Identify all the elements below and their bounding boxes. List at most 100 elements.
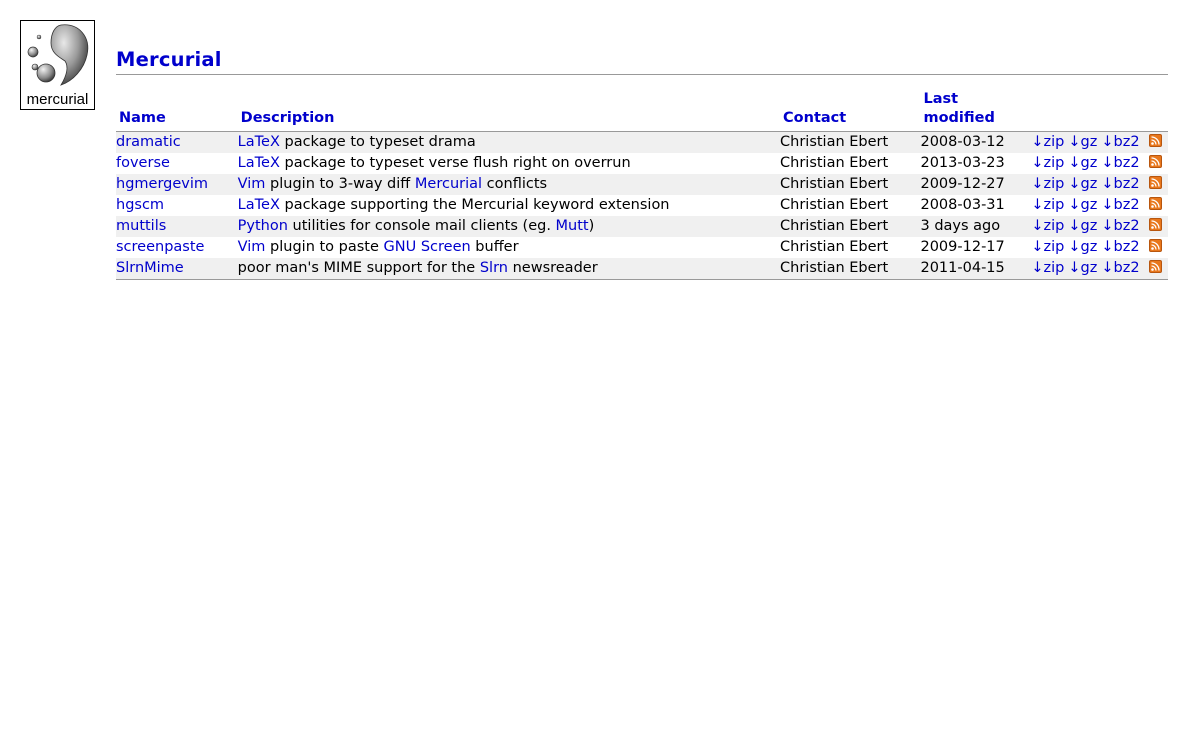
repo-name-link[interactable]: dramatic: [116, 134, 181, 150]
rss-feed-icon: [1149, 176, 1162, 189]
download-bz2-link[interactable]: ↓bz2: [1101, 239, 1139, 255]
download-gz-link[interactable]: ↓gz: [1068, 197, 1097, 213]
repo-description-cell: Vim plugin to 3-way diff Mercurial confl…: [237, 174, 781, 195]
description-link[interactable]: LaTeX: [238, 134, 280, 150]
column-header-name[interactable]: Name: [116, 90, 238, 132]
rss-feed-icon: [1149, 239, 1162, 252]
repo-name-cell: SlrnMime: [116, 258, 238, 280]
sort-by-description-link[interactable]: Description: [241, 110, 335, 126]
description-text: ): [588, 218, 595, 234]
download-zip-link[interactable]: ↓zip: [1031, 155, 1064, 171]
download-gz-link[interactable]: ↓gz: [1068, 134, 1097, 150]
repo-name-cell: muttils: [116, 216, 238, 237]
repo-name-link[interactable]: foverse: [116, 155, 170, 171]
repo-last-modified-cell: 3 days ago: [920, 216, 1032, 237]
repo-contact-cell: Christian Ebert: [780, 174, 921, 195]
mercurial-logo[interactable]: mercurial: [20, 20, 95, 110]
repo-archives-cell: ↓zip ↓gz ↓bz2: [1031, 258, 1149, 280]
description-link[interactable]: Python: [238, 218, 288, 234]
description-text: package to typeset verse flush right on …: [279, 155, 631, 171]
repo-name-cell: foverse: [116, 153, 238, 174]
description-link[interactable]: GNU Screen: [384, 239, 471, 255]
rss-feed-link[interactable]: [1149, 218, 1168, 234]
repository-table: Name Description Contact Last modified d…: [116, 90, 1168, 280]
description-text: plugin to 3-way diff: [265, 176, 415, 192]
description-text: newsreader: [507, 260, 598, 276]
table-row: screenpaste Vim plugin to paste GNU Scree…: [116, 237, 1168, 258]
description-text: buffer: [470, 239, 519, 255]
rss-feed-link[interactable]: [1149, 134, 1168, 150]
table-header-row: Name Description Contact Last modified: [116, 90, 1168, 132]
table-row: dramatic LaTeX package to typeset drama Ch…: [116, 131, 1168, 153]
repo-archives-cell: ↓zip ↓gz ↓bz2: [1031, 237, 1149, 258]
repository-list: dramatic LaTeX package to typeset drama Ch…: [116, 131, 1168, 280]
repo-description-cell: poor man's MIME support for the Slrn new…: [237, 258, 781, 280]
repo-name-link[interactable]: hgscm: [116, 197, 164, 213]
download-bz2-link[interactable]: ↓bz2: [1101, 155, 1139, 171]
description-text: package supporting the Mercurial keyword…: [279, 197, 670, 213]
download-bz2-link[interactable]: ↓bz2: [1101, 134, 1139, 150]
description-text: package to typeset drama: [279, 134, 476, 150]
repo-rss-cell: [1149, 131, 1168, 153]
download-bz2-link[interactable]: ↓bz2: [1101, 197, 1139, 213]
download-gz-link[interactable]: ↓gz: [1068, 260, 1097, 276]
column-header-last-modified[interactable]: Last modified: [920, 90, 1032, 132]
download-zip-link[interactable]: ↓zip: [1031, 239, 1064, 255]
download-zip-link[interactable]: ↓zip: [1031, 197, 1064, 213]
repo-description-cell: LaTeX package to typeset verse flush rig…: [237, 153, 781, 174]
repo-name-link[interactable]: SlrnMime: [116, 260, 184, 276]
rss-feed-link[interactable]: [1149, 176, 1168, 192]
repo-archives-cell: ↓zip ↓gz ↓bz2: [1031, 131, 1149, 153]
download-zip-link[interactable]: ↓zip: [1031, 218, 1064, 234]
repo-name-cell: dramatic: [116, 131, 238, 153]
description-link[interactable]: Vim: [238, 239, 266, 255]
repo-name-cell: screenpaste: [116, 237, 238, 258]
repo-rss-cell: [1149, 258, 1168, 280]
table-row: hgmergevim Vim plugin to 3-way diff Mercu…: [116, 174, 1168, 195]
repo-contact-cell: Christian Ebert: [780, 258, 921, 280]
description-link[interactable]: Slrn: [480, 260, 508, 276]
rss-feed-icon: [1149, 260, 1162, 273]
description-link[interactable]: Mutt: [556, 218, 589, 234]
download-gz-link[interactable]: ↓gz: [1068, 176, 1097, 192]
repo-contact-cell: Christian Ebert: [780, 153, 921, 174]
repo-last-modified-cell: 2009-12-27: [920, 174, 1032, 195]
sort-by-contact-link[interactable]: Contact: [783, 110, 846, 126]
repo-archives-cell: ↓zip ↓gz ↓bz2: [1031, 174, 1149, 195]
download-gz-link[interactable]: ↓gz: [1068, 155, 1097, 171]
repo-rss-cell: [1149, 237, 1168, 258]
sort-by-name-link[interactable]: Name: [119, 110, 166, 126]
column-header-description[interactable]: Description: [237, 90, 781, 132]
column-header-contact[interactable]: Contact: [780, 90, 921, 132]
download-bz2-link[interactable]: ↓bz2: [1101, 260, 1139, 276]
repo-name-link[interactable]: screenpaste: [116, 239, 204, 255]
repo-name-link[interactable]: hgmergevim: [116, 176, 208, 192]
download-zip-link[interactable]: ↓zip: [1031, 260, 1064, 276]
description-link[interactable]: LaTeX: [238, 197, 280, 213]
repo-description-cell: LaTeX package supporting the Mercurial k…: [237, 195, 781, 216]
rss-feed-link[interactable]: [1149, 239, 1168, 255]
rss-feed-link[interactable]: [1149, 155, 1168, 171]
repo-contact-cell: Christian Ebert: [780, 237, 921, 258]
repo-description-cell: Python utilities for console mail client…: [237, 216, 781, 237]
repo-last-modified-cell: 2011-04-15: [920, 258, 1032, 280]
repo-contact-cell: Christian Ebert: [780, 131, 921, 153]
download-gz-link[interactable]: ↓gz: [1068, 239, 1097, 255]
rss-feed-link[interactable]: [1149, 197, 1168, 213]
sort-by-last-modified-link[interactable]: Last modified: [923, 90, 994, 128]
description-link[interactable]: Vim: [238, 176, 266, 192]
repo-name-link[interactable]: muttils: [116, 218, 166, 234]
download-bz2-link[interactable]: ↓bz2: [1101, 218, 1139, 234]
description-text: conflicts: [482, 176, 548, 192]
rss-feed-icon: [1149, 197, 1162, 210]
download-zip-link[interactable]: ↓zip: [1031, 176, 1064, 192]
rss-feed-link[interactable]: [1149, 260, 1168, 276]
description-link[interactable]: Mercurial: [415, 176, 482, 192]
table-row: hgscm LaTeX package supporting the Mercur…: [116, 195, 1168, 216]
main-content: Mercurial Name Description Contact Last …: [116, 48, 1168, 280]
download-gz-link[interactable]: ↓gz: [1068, 218, 1097, 234]
download-zip-link[interactable]: ↓zip: [1031, 134, 1064, 150]
repo-rss-cell: [1149, 195, 1168, 216]
description-link[interactable]: LaTeX: [238, 155, 280, 171]
download-bz2-link[interactable]: ↓bz2: [1101, 176, 1139, 192]
